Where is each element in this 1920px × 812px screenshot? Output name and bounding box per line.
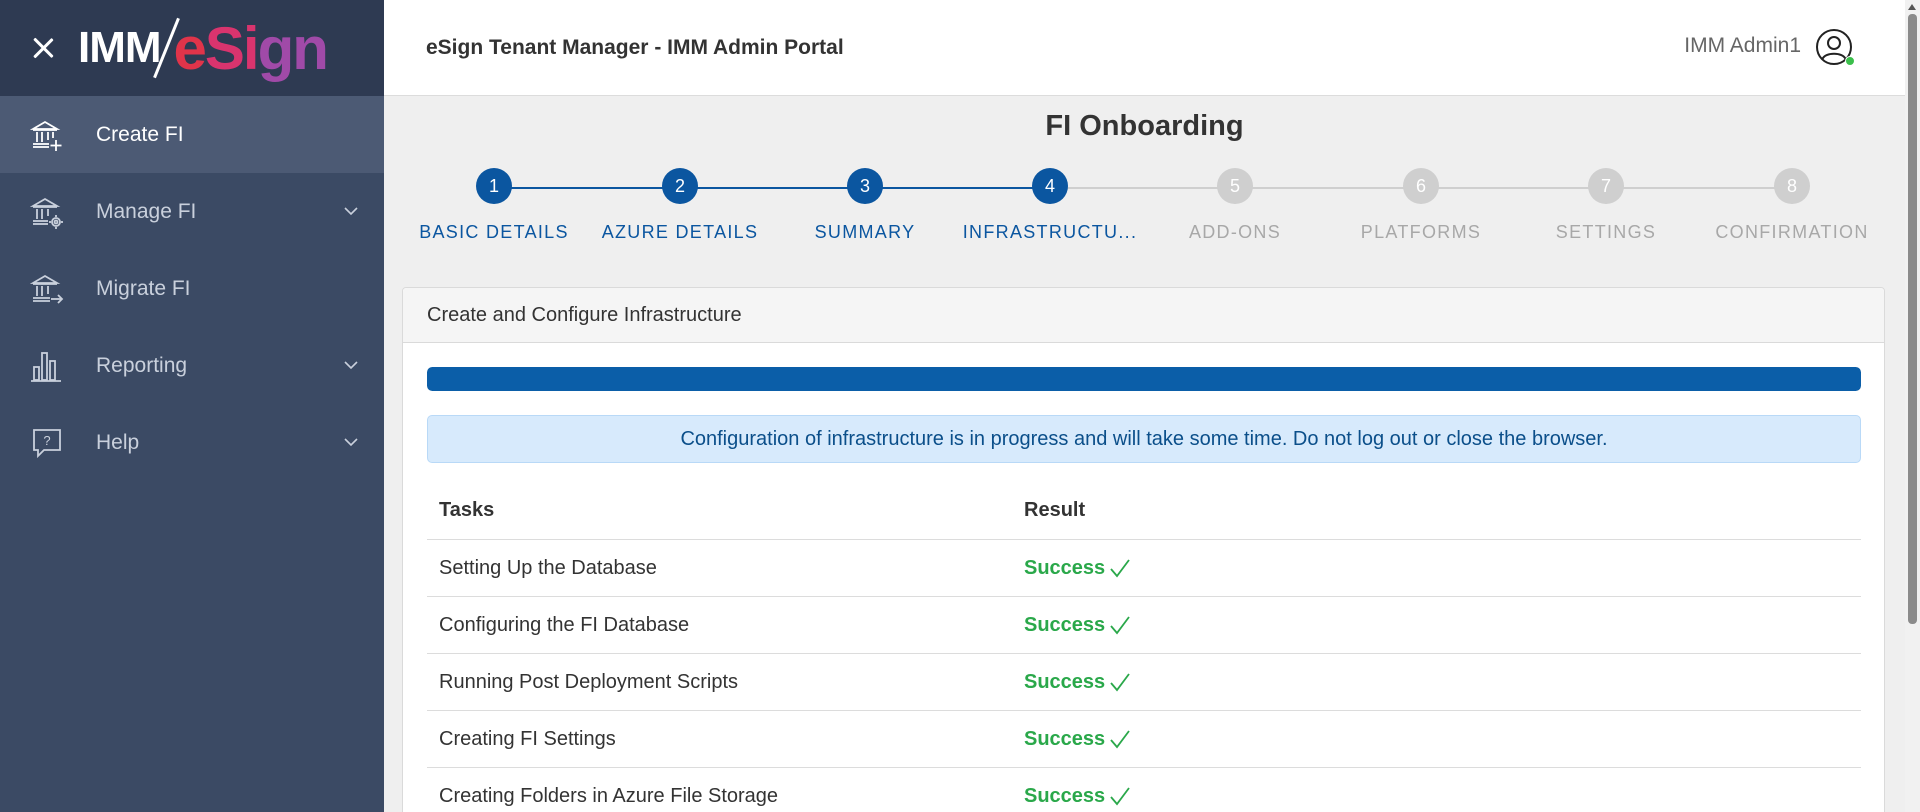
logo-esign-g: g [257,14,295,82]
sidebar-item-label: Migrate FI [96,276,191,300]
sidebar-item-migrate-fi[interactable]: Migrate FI [0,250,384,327]
sidebar-item-label: Manage FI [96,199,197,223]
step-label: Platforms [1360,222,1482,242]
task-result: Success [1024,728,1131,751]
task-result: Success [1024,671,1131,694]
column-header-result: Result [1024,499,1086,521]
step-label: Confirmation [1715,222,1869,242]
stepper: 1 Basic Details 2 Azure Details 3 Summar… [384,168,1905,248]
chevron-down-icon[interactable] [344,204,358,218]
step-number: 3 [847,168,883,204]
step-label: Azure Details [601,222,759,242]
step-label: Add-ons [1188,222,1282,242]
page-title: FI Onboarding [1045,110,1244,142]
success-status: Success [1024,556,1106,579]
sidebar-item-create-fi[interactable]: Create FI [0,96,384,173]
table-row: Setting Up the Database Success [427,540,1861,597]
logo: IMM eSign [78,8,329,88]
task-name: Creating FI Settings [439,727,616,750]
task-name: Creating Folders in Azure File Storage [439,784,779,807]
task-name: Setting Up the Database [439,556,657,579]
sidebar-item-reporting[interactable]: Reporting [0,327,384,404]
bank-migrate-icon [30,274,64,304]
checkmark-icon [1110,673,1130,692]
task-name: Configuring the FI Database [439,613,690,636]
task-result: Success [1024,785,1131,808]
step-label: Settings [1555,222,1657,242]
progress-bar [427,367,1861,391]
bank-settings-icon [30,197,63,229]
success-status: Success [1024,613,1106,636]
logo-esign-e: e [173,14,207,82]
logo-esign-si: Si [204,14,260,82]
step-number: 1 [476,168,512,204]
table-row: Creating FI Settings Success [427,711,1861,768]
step-azure-details[interactable]: 2 Azure Details [580,168,780,243]
step-number: 4 [1032,168,1068,204]
sidebar: IMM eSign Create FI Manage FI Migrate FI… [0,0,384,812]
scrollbar[interactable] [1905,0,1920,812]
svg-text:?: ? [43,433,50,448]
checkmark-icon [1110,616,1130,635]
step-add-ons: 5 Add-ons [1135,168,1335,243]
logo-esign-n: n [292,14,329,82]
table-row: Running Post Deployment Scripts Success [427,654,1861,711]
card-title: Create and Configure Infrastructure [403,288,1884,343]
infrastructure-card: Create and Configure Infrastructure Conf… [402,287,1885,812]
logo-imm-text: IMM [78,23,162,72]
tasks-table: Tasks Result Setting Up the Database Succ… [427,482,1861,812]
bar-chart-icon [31,351,61,382]
close-icon[interactable] [30,35,56,61]
sidebar-item-label: Reporting [96,353,188,377]
chevron-down-icon[interactable] [344,435,358,449]
chevron-down-icon[interactable] [344,358,358,372]
step-summary[interactable]: 3 Summary [765,168,965,243]
step-infrastructure[interactable]: 4 Infrastructu... [950,168,1150,243]
sidebar-item-label: Create FI [96,122,184,146]
user-name[interactable]: IMM Admin1 [1684,34,1801,58]
info-alert: Configuration of infrastructure is in pr… [427,415,1861,463]
scroll-thumb[interactable] [1908,14,1917,624]
step-settings: 7 Settings [1506,168,1706,243]
step-confirmation: 8 Confirmation [1692,168,1892,243]
bank-add-icon [30,120,62,151]
table-row: Creating Folders in Azure File Storage Su… [427,768,1861,812]
scroll-up-arrow-icon[interactable] [1908,4,1916,10]
portal-title: eSign Tenant Manager - IMM Admin Portal [426,36,844,59]
step-number: 6 [1403,168,1439,204]
task-result: Success [1024,557,1131,580]
top-header: eSign Tenant Manager - IMM Admin Portal … [384,0,1905,96]
online-status-dot [1845,56,1855,66]
step-label: Basic Details [419,222,569,242]
step-label: Infrastructu... [962,222,1138,242]
checkmark-icon [1110,730,1130,749]
checkmark-icon [1110,787,1130,806]
sidebar-item-label: Help [96,430,140,454]
progress-bar-fill [427,367,1861,391]
step-number: 2 [662,168,698,204]
success-status: Success [1024,784,1106,807]
sidebar-header: IMM eSign [0,0,384,96]
help-chat-icon: ? [33,428,61,458]
table-header: Tasks Result [427,482,1861,540]
sidebar-item-manage-fi[interactable]: Manage FI [0,173,384,250]
task-name: Running Post Deployment Scripts [439,670,739,693]
table-row: Configuring the FI Database Success [427,597,1861,654]
step-number: 8 [1774,168,1810,204]
success-status: Success [1024,727,1106,750]
checkmark-icon [1110,559,1130,578]
step-number: 7 [1588,168,1624,204]
step-platforms: 6 Platforms [1321,168,1521,243]
sidebar-item-help[interactable]: ? Help [0,404,384,481]
step-number: 5 [1217,168,1253,204]
step-label: Summary [814,222,916,242]
logo-esign-text: eSign [173,14,329,83]
step-basic-details[interactable]: 1 Basic Details [394,168,594,243]
task-result: Success [1024,614,1131,637]
success-status: Success [1024,670,1106,693]
column-header-tasks: Tasks [439,499,495,521]
